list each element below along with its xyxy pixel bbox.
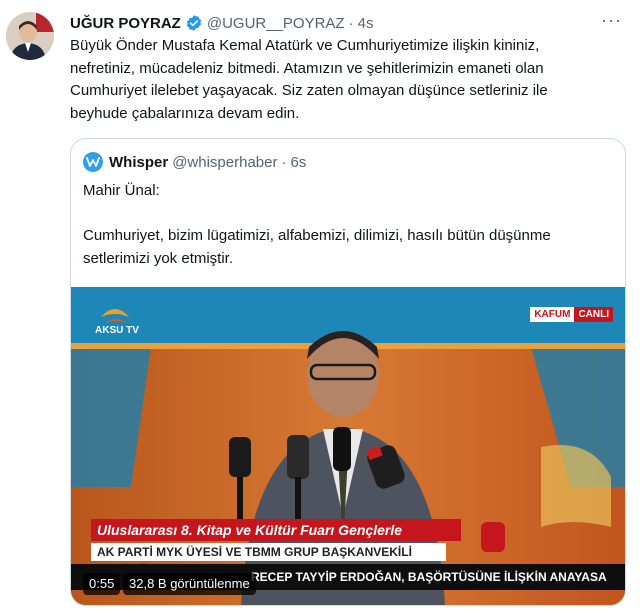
- tweet-text: Büyük Önder Mustafa Kemal Atatürk ve Cum…: [70, 35, 625, 125]
- quote-header: Whisper @whisperhaber · 6s: [83, 152, 306, 172]
- lower-third-title: Uluslararası 8. Kitap ve Kültür Fuarı Ge…: [91, 519, 461, 560]
- live-tag: KAFUM CANLI: [530, 307, 613, 322]
- view-count: 32,8 B görüntülenme: [123, 573, 256, 595]
- video-duration: 0:55: [83, 573, 121, 595]
- action-bar: [70, 606, 625, 613]
- quoted-tweet[interactable]: Whisper @whisperhaber · 6s Mahir Ünal: C…: [70, 138, 626, 606]
- author-handle[interactable]: @UGUR__POYRAZ: [207, 15, 345, 32]
- tweet-time[interactable]: 4s: [358, 15, 374, 32]
- quote-author-name: Whisper: [109, 153, 169, 171]
- quote-time: 6s: [290, 153, 307, 171]
- avatar-image: [6, 12, 54, 60]
- quote-text-line: Cumhuriyet, bizim lügatimizi, alfabemizi…: [83, 227, 551, 244]
- author-avatar[interactable]: [6, 12, 54, 60]
- quote-author-handle: @whisperhaber: [172, 153, 278, 171]
- video-player[interactable]: AKSU TV KAFUM CANLI Uluslararası 8. Kita…: [71, 287, 625, 605]
- whisper-logo-icon: [83, 152, 103, 172]
- separator-dot: ·: [348, 14, 354, 32]
- tweet-text-line: nefretiniz, mücadeleniz bitmedi. Atamızı…: [70, 59, 544, 77]
- lower-third-subtitle: AK PARTİ MYK ÜYESİ VE TBMM GRUP BAŞKANVE…: [91, 543, 446, 577]
- quote-text-line: Mahir Ünal:: [83, 182, 160, 199]
- tweet-text-line: beyhude çabalarınıza devam edin.: [70, 104, 300, 122]
- verified-badge-icon: [185, 14, 203, 32]
- live-tag-right: CANLI: [574, 307, 613, 322]
- author-name[interactable]: UĞUR POYRAZ: [70, 15, 181, 32]
- tweet-text-line: Cumhuriyet ilelebet yaşayacak. Siz zaten…: [70, 82, 548, 99]
- tweet-header: UĞUR POYRAZ @UGUR__POYRAZ · 4s ···: [70, 10, 628, 34]
- quote-text: Mahir Ünal: Cumhuriyet, bizim lügatimizi…: [83, 179, 613, 270]
- tweet-text-line: Büyük Önder Mustafa Kemal Atatürk ve Cum…: [70, 37, 540, 54]
- more-icon[interactable]: ···: [601, 10, 622, 31]
- separator-dot: ·: [281, 153, 287, 171]
- live-tag-left: KAFUM: [530, 307, 575, 322]
- quote-text-line: setlerimizi yok etmiştir.: [83, 250, 234, 267]
- channel-logo: AKSU TV: [95, 325, 139, 336]
